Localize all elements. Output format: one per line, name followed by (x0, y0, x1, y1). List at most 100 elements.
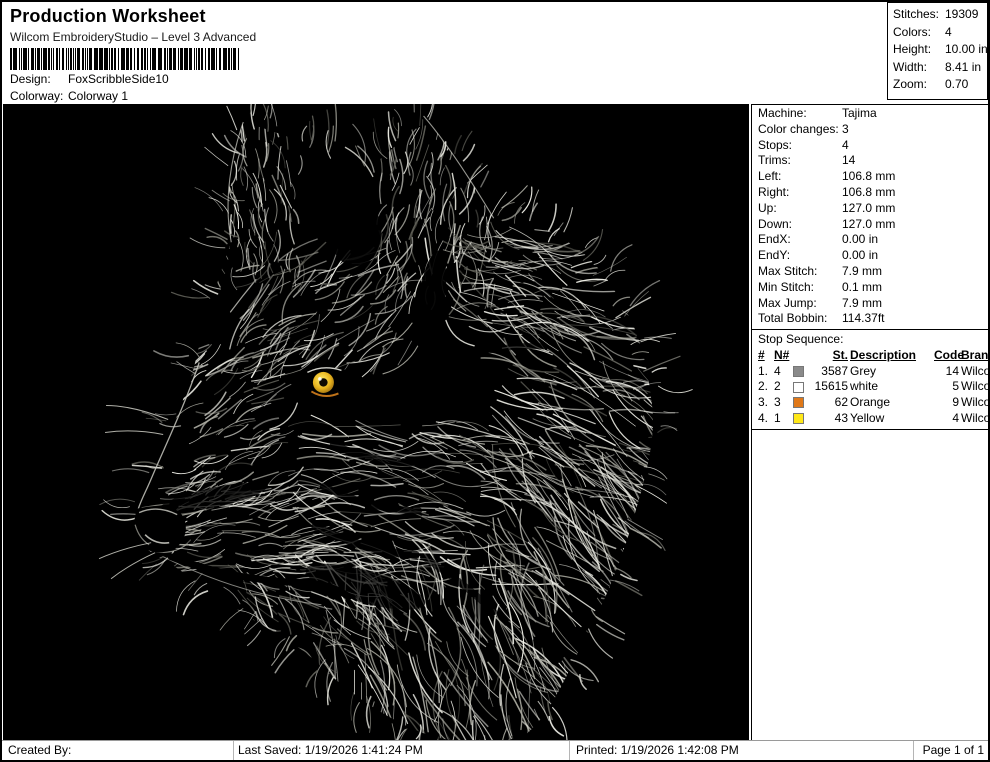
barcode-bar (126, 48, 129, 70)
barcode-bar (228, 48, 230, 70)
info-row: Max Stitch:7.9 mm (758, 264, 988, 280)
design-label: Design: (10, 72, 68, 86)
barcode-bar (19, 48, 20, 70)
barcode-bar (56, 48, 58, 70)
page-title: Production Worksheet (10, 6, 206, 27)
barcode-bar (169, 48, 172, 70)
thread-color-swatch (793, 366, 804, 377)
summary-row: Height:10.00 in (893, 41, 987, 59)
barcode-bar (118, 48, 119, 70)
colorway-label: Colorway: (10, 89, 68, 103)
barcode-bar (89, 48, 92, 70)
summary-row: Colors:4 (893, 24, 987, 42)
colorway-name: Colorway 1 (68, 89, 128, 103)
info-row: EndY:0.00 in (758, 248, 988, 264)
stop-sequence-row: 4.1 43Yellow 4Wilcom (758, 411, 988, 427)
info-row: Total Bobbin:114.37ft (758, 311, 988, 327)
barcode-bar (184, 48, 188, 70)
stop-sequence-row: 1.4 3587Grey 14Wilcom (758, 364, 988, 380)
barcode-bar (164, 48, 166, 70)
barcode-bar (51, 48, 52, 70)
barcode-bar (231, 48, 232, 70)
created-by-cell: Created By: (2, 741, 234, 760)
barcode-bar (152, 48, 156, 70)
barcode-bar (167, 48, 168, 70)
thread-color-swatch (793, 382, 804, 393)
barcode-bar (178, 48, 179, 70)
colorway-row: Colorway:Colorway 1 (10, 89, 128, 103)
barcode-bar (109, 48, 110, 70)
barcode-bar (219, 48, 221, 70)
barcode-bar (35, 48, 36, 70)
info-row: Up:127.0 mm (758, 201, 988, 217)
barcode-bar (173, 48, 176, 70)
design-name: FoxScribbleSide10 (68, 72, 169, 86)
wolf-design-image (3, 104, 749, 741)
design-preview-canvas (3, 104, 749, 741)
barcode-bar (94, 48, 98, 70)
page-number-cell: Page 1 of 1 (914, 741, 988, 760)
barcode-bar (233, 48, 236, 70)
barcode-bar (150, 48, 151, 70)
barcode-bar (73, 48, 74, 70)
stop-sequence-table: # N# St. Description Code Brand 1.4 3587… (752, 347, 988, 430)
barcode-bar (111, 48, 113, 70)
barcode-bar (68, 48, 69, 70)
summary-row: Zoom:0.70 (893, 76, 987, 94)
barcode-bar (189, 48, 192, 70)
barcode-bar (216, 48, 217, 70)
stop-sequence-row: 2.2 15615white 5Wilcom (758, 379, 988, 395)
barcode-bar (205, 48, 206, 70)
barcode-bar (59, 48, 60, 70)
barcode-bar (62, 48, 64, 70)
barcode-bar (121, 48, 125, 70)
barcode-bar (134, 48, 135, 70)
summary-row: Width:8.41 in (893, 59, 987, 77)
barcode-bar (198, 48, 200, 70)
thread-color-swatch (793, 413, 804, 424)
barcode-bar (48, 48, 50, 70)
barcode-bar (82, 48, 84, 70)
info-row: Left:106.8 mm (758, 169, 988, 185)
printed-cell: Printed: 1/19/2026 1:42:08 PM (570, 741, 914, 760)
barcode-bar (208, 48, 210, 70)
info-row: Trims:14 (758, 153, 988, 169)
footer-bar: Created By: Last Saved: 1/19/2026 1:41:2… (2, 740, 988, 760)
info-row: EndX:0.00 in (758, 232, 988, 248)
barcode-bar (141, 48, 143, 70)
info-row: Machine:Tajima (758, 106, 988, 122)
stop-sequence-title: Stop Sequence: (752, 329, 988, 347)
summary-row: Stitches:19309 (893, 6, 987, 24)
barcode-bar (37, 48, 40, 70)
barcode-bar (238, 48, 239, 70)
barcode-bar (211, 48, 215, 70)
barcode-bar (77, 48, 80, 70)
barcode-bar (158, 48, 162, 70)
info-row: Stops:4 (758, 138, 988, 154)
design-barcode (10, 48, 247, 70)
barcode-bar (75, 48, 76, 70)
barcode-bar (23, 48, 27, 70)
stop-sequence-header: # N# St. Description Code Brand (758, 348, 988, 364)
barcode-bar (53, 48, 54, 70)
design-row: Design:FoxScribbleSide10 (10, 72, 169, 86)
machine-info-list: Machine:Tajima Color changes:3 Stops:4 T… (752, 105, 988, 327)
barcode-bar (104, 48, 108, 70)
barcode-bar (31, 48, 34, 70)
info-row: Max Jump:7.9 mm (758, 296, 988, 312)
info-row: Down:127.0 mm (758, 217, 988, 233)
info-row: Right:106.8 mm (758, 185, 988, 201)
barcode-bar (85, 48, 86, 70)
barcode-bar (41, 48, 42, 70)
barcode-bar (137, 48, 139, 70)
barcode-bar (223, 48, 227, 70)
barcode-bar (144, 48, 146, 70)
between-ears-shadow (329, 198, 381, 266)
barcode-bar (194, 48, 195, 70)
barcode-bar (130, 48, 132, 70)
barcode-bar (70, 48, 72, 70)
machine-info-panel: Machine:Tajima Color changes:3 Stops:4 T… (751, 104, 988, 741)
barcode-bar (114, 48, 116, 70)
barcode-bar (66, 48, 67, 70)
barcode-bar (180, 48, 183, 70)
